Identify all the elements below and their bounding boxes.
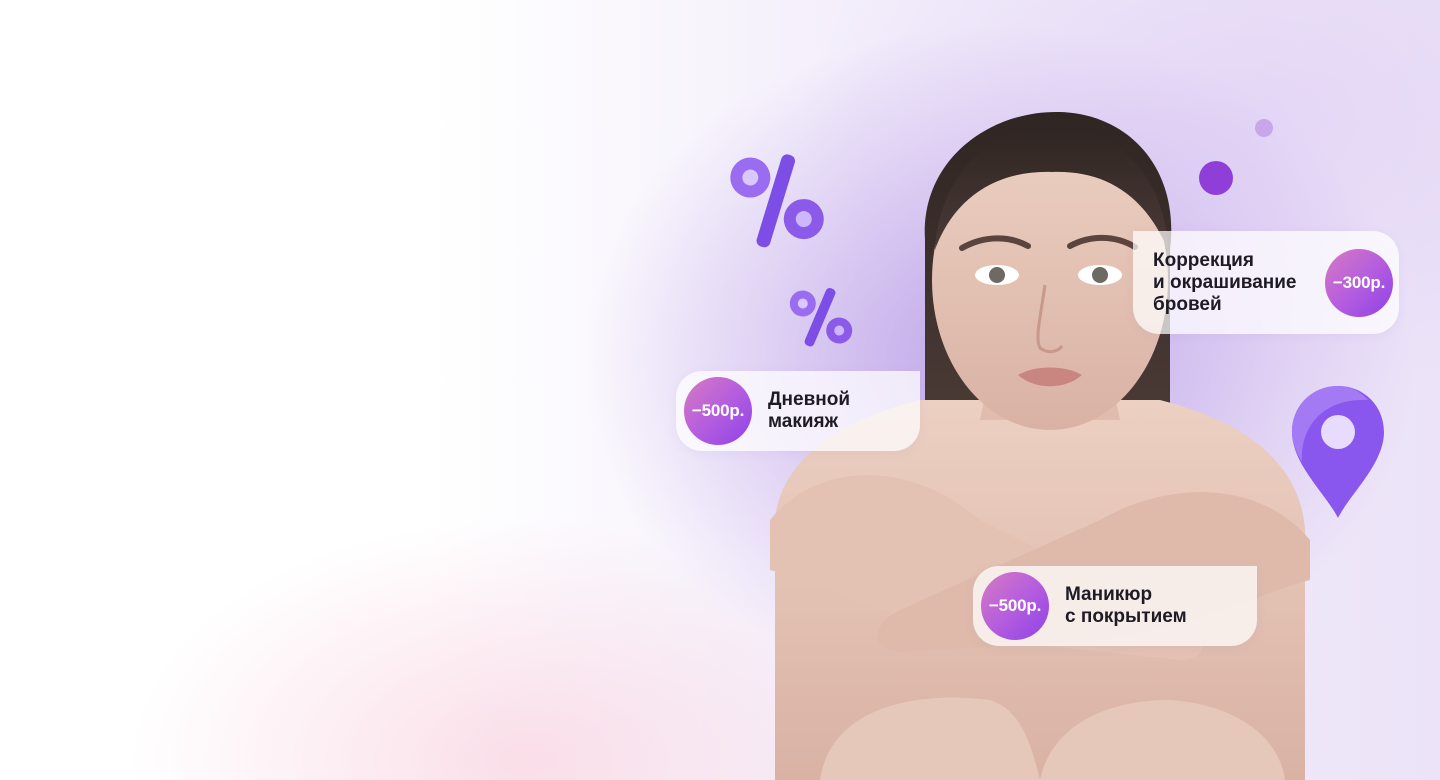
- promo-card-manicure[interactable]: −500р. Маникюр с покрытием: [973, 566, 1257, 646]
- promo-card-makeup[interactable]: −500р. Дневной макияж: [676, 371, 920, 451]
- promo-label: Маникюр с покрытием: [1065, 584, 1187, 627]
- promo-label: Дневной макияж: [768, 389, 851, 432]
- promo-label: Коррекция и окрашивание бровей: [1153, 249, 1297, 315]
- discount-badge: −500р.: [684, 377, 752, 445]
- discount-badge: −500р.: [981, 572, 1049, 640]
- percent-3d-icon: [789, 287, 853, 347]
- map-pin-3d-icon: [1292, 386, 1384, 518]
- percent-3d-icon: [730, 154, 824, 248]
- promo-card-brows[interactable]: Коррекция и окрашивание бровей −300р.: [1133, 231, 1399, 334]
- decor-dot-small: [1255, 119, 1273, 137]
- decor-dot-large: [1199, 161, 1233, 195]
- discount-badge: −300р.: [1325, 248, 1393, 317]
